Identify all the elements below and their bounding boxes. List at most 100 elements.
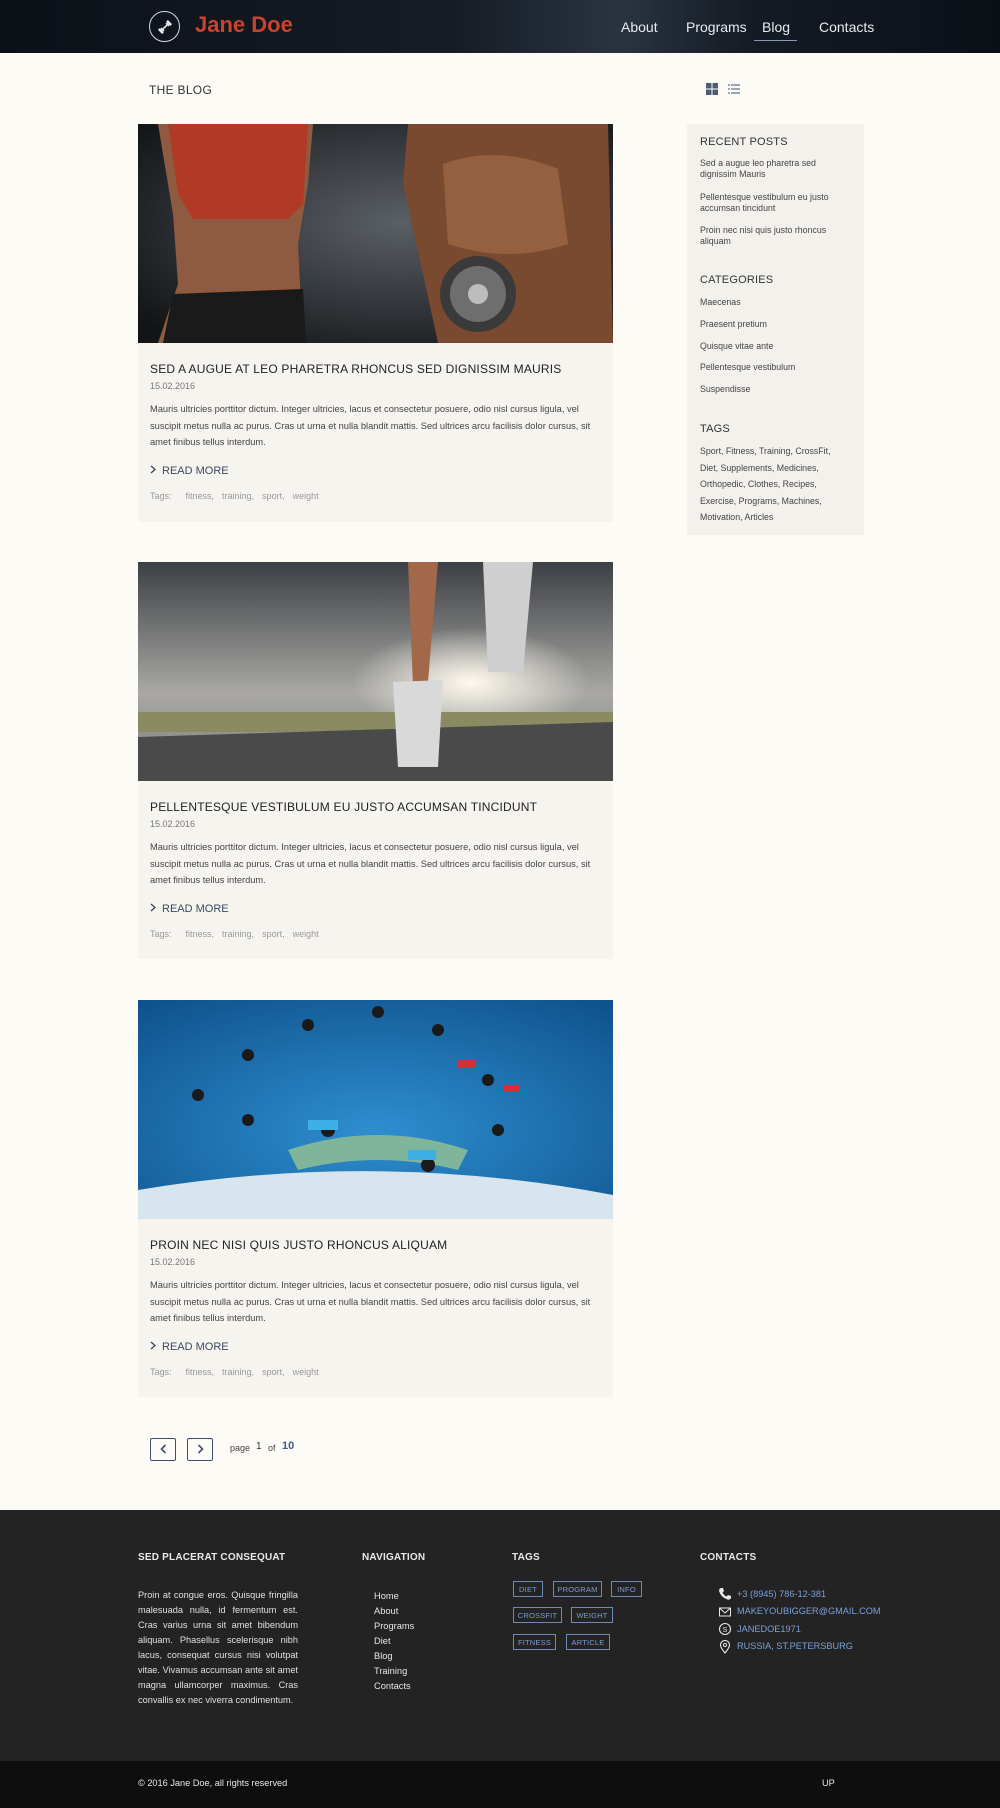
site-header: Jane Doe About Programs Blog Contacts bbox=[0, 0, 1000, 53]
category-link[interactable]: Quisque vitae ante bbox=[700, 341, 850, 352]
tag-link[interactable]: weight bbox=[293, 929, 319, 939]
read-more-label: READ MORE bbox=[162, 465, 229, 477]
recent-post-link[interactable]: Pellentesque vestibulum eu justo accumsa… bbox=[700, 192, 850, 214]
post-image-runner[interactable] bbox=[138, 562, 613, 781]
read-more-link[interactable]: READ MORE bbox=[150, 1341, 229, 1353]
read-more-label: READ MORE bbox=[162, 1341, 229, 1353]
tag-link[interactable]: training, bbox=[222, 929, 254, 939]
grid-view-icon[interactable] bbox=[706, 82, 718, 95]
tags-label: Tags: bbox=[150, 929, 172, 939]
tag-cloud[interactable]: Sport, Fitness, Training, CrossFit, Diet… bbox=[700, 443, 850, 526]
categories-title: CATEGORIES bbox=[700, 274, 774, 286]
post-image-skydivers[interactable] bbox=[138, 1000, 613, 1219]
post-excerpt: Mauris ultricies porttitor dictum. Integ… bbox=[150, 842, 591, 885]
footer-nav-home[interactable]: Home bbox=[374, 1591, 399, 1601]
blog-post: PELLENTESQUE VESTIBULUM EU JUSTO ACCUMSA… bbox=[138, 562, 613, 959]
footer-tag-button[interactable]: CROSSFIT bbox=[513, 1607, 562, 1623]
read-more-link[interactable]: READ MORE bbox=[150, 903, 229, 915]
nav-blog[interactable]: Blog bbox=[762, 19, 790, 35]
footer-tags-title: TAGS bbox=[512, 1552, 540, 1563]
map-pin-icon bbox=[718, 1639, 732, 1654]
post-title[interactable]: PROIN NEC NISI QUIS JUSTO RHONCUS ALIQUA… bbox=[150, 1238, 447, 1252]
sidebar: RECENT POSTS Sed a augue leo pharetra se… bbox=[687, 124, 864, 535]
footer-nav-diet[interactable]: Diet bbox=[374, 1636, 391, 1646]
tags-label: Tags: bbox=[150, 491, 172, 501]
of-label: of bbox=[268, 1443, 276, 1453]
read-more-label: READ MORE bbox=[162, 903, 229, 915]
tag-link[interactable]: weight bbox=[293, 491, 319, 501]
tag-link[interactable]: weight bbox=[293, 1367, 319, 1377]
footer-about-text: Proin at congue eros. Quisque fringilla … bbox=[138, 1590, 298, 1705]
post-title[interactable]: PELLENTESQUE VESTIBULUM EU JUSTO ACCUMSA… bbox=[150, 800, 537, 814]
tags-title: TAGS bbox=[700, 423, 730, 435]
footer-nav-training[interactable]: Training bbox=[374, 1666, 407, 1676]
footer-nav-contacts[interactable]: Contacts bbox=[374, 1681, 411, 1691]
page-title: THE BLOG bbox=[149, 83, 213, 97]
post-title[interactable]: SED A AUGUE AT LEO PHARETRA RHONCUS SED … bbox=[150, 362, 562, 376]
footer-tag-button[interactable]: PROGRAM bbox=[553, 1581, 602, 1597]
footer-nav-title: NAVIGATION bbox=[362, 1552, 426, 1563]
contact-email[interactable]: MAKEYOUBIGGER@GMAIL.COM bbox=[737, 1606, 881, 1616]
post-date: 15.02.2016 bbox=[150, 1257, 196, 1267]
post-tags: Tags: fitness, training, sport, weight bbox=[150, 929, 319, 939]
footer-nav-blog[interactable]: Blog bbox=[374, 1651, 393, 1661]
logo-text[interactable]: Jane Doe bbox=[195, 12, 293, 38]
tag-link[interactable]: training, bbox=[222, 1367, 254, 1377]
contact-phone[interactable]: +3 (8945) 786-12-381 bbox=[737, 1589, 826, 1599]
category-link[interactable]: Suspendisse bbox=[700, 384, 850, 395]
recent-posts-title: RECENT POSTS bbox=[700, 136, 788, 148]
envelope-icon bbox=[718, 1605, 732, 1619]
footer-contacts-title: CONTACTS bbox=[700, 1552, 757, 1563]
nav-contacts[interactable]: Contacts bbox=[819, 19, 874, 35]
skype-icon: S bbox=[718, 1622, 732, 1636]
nav-active-indicator bbox=[754, 40, 797, 41]
total-pages[interactable]: 10 bbox=[282, 1440, 294, 1452]
post-tags: Tags: fitness, training, sport, weight bbox=[150, 1367, 319, 1377]
contact-address[interactable]: RUSSIA, ST.PETERSBURG bbox=[737, 1641, 853, 1651]
footer-tag-button[interactable]: ARTICLE bbox=[566, 1634, 610, 1650]
nav-programs[interactable]: Programs bbox=[686, 19, 747, 35]
footer-tag-button[interactable]: INFO bbox=[611, 1581, 642, 1597]
page-label: page bbox=[230, 1443, 251, 1453]
tag-link[interactable]: sport, bbox=[262, 491, 285, 501]
phone-icon bbox=[718, 1587, 732, 1601]
read-more-link[interactable]: READ MORE bbox=[150, 465, 229, 477]
category-link[interactable]: Pellentesque vestibulum bbox=[700, 362, 850, 373]
tag-link[interactable]: fitness, bbox=[186, 491, 215, 501]
blog-post: PROIN NEC NISI QUIS JUSTO RHONCUS ALIQUA… bbox=[138, 1000, 613, 1397]
category-link[interactable]: Praesent pretium bbox=[700, 319, 850, 330]
footer-tag-button[interactable]: DIET bbox=[513, 1581, 543, 1597]
footer-tag-button[interactable]: WEIGHT bbox=[571, 1607, 613, 1623]
category-link[interactable]: Maecenas bbox=[700, 297, 850, 308]
chevron-right-icon bbox=[150, 1341, 157, 1353]
recent-post-link[interactable]: Proin nec nisi quis justo rhoncus aliqua… bbox=[700, 225, 850, 247]
tag-link[interactable]: sport, bbox=[262, 929, 285, 939]
next-page-button[interactable] bbox=[187, 1438, 213, 1461]
recent-post-link[interactable]: Sed a augue leo pharetra sed dignissim M… bbox=[700, 158, 850, 180]
copyright-text: © 2016 Jane Doe, all rights reserved bbox=[138, 1778, 288, 1788]
prev-page-button[interactable] bbox=[150, 1438, 176, 1461]
post-image-fitness-couple[interactable] bbox=[138, 124, 613, 343]
tag-link[interactable]: fitness, bbox=[186, 1367, 215, 1377]
post-excerpt: Mauris ultricies porttitor dictum. Integ… bbox=[150, 404, 591, 447]
nav-about[interactable]: About bbox=[621, 19, 658, 35]
tag-link[interactable]: training, bbox=[222, 491, 254, 501]
footer-nav-about[interactable]: About bbox=[374, 1606, 398, 1616]
post-tags: Tags: fitness, training, sport, weight bbox=[150, 491, 319, 501]
tag-link[interactable]: fitness, bbox=[186, 929, 215, 939]
footer-tag-button[interactable]: FITNESS bbox=[513, 1634, 556, 1650]
blog-post: SED A AUGUE AT LEO PHARETRA RHONCUS SED … bbox=[138, 124, 613, 522]
chevron-right-icon bbox=[150, 465, 157, 477]
back-to-top-link[interactable]: UP bbox=[822, 1778, 835, 1788]
tags-label: Tags: bbox=[150, 1367, 172, 1377]
dumbbell-icon[interactable] bbox=[149, 11, 180, 42]
tag-link[interactable]: sport, bbox=[262, 1367, 285, 1377]
contact-skype[interactable]: JANEDOE1971 bbox=[737, 1624, 801, 1634]
footer-about-title: SED PLACERAT CONSEQUAT bbox=[138, 1552, 286, 1563]
chevron-right-icon bbox=[197, 1441, 204, 1459]
post-date: 15.02.2016 bbox=[150, 381, 196, 391]
current-page: 1 bbox=[256, 1441, 262, 1452]
footer-nav-programs[interactable]: Programs bbox=[374, 1621, 414, 1631]
list-view-icon[interactable] bbox=[728, 82, 740, 94]
chevron-right-icon bbox=[150, 903, 157, 915]
